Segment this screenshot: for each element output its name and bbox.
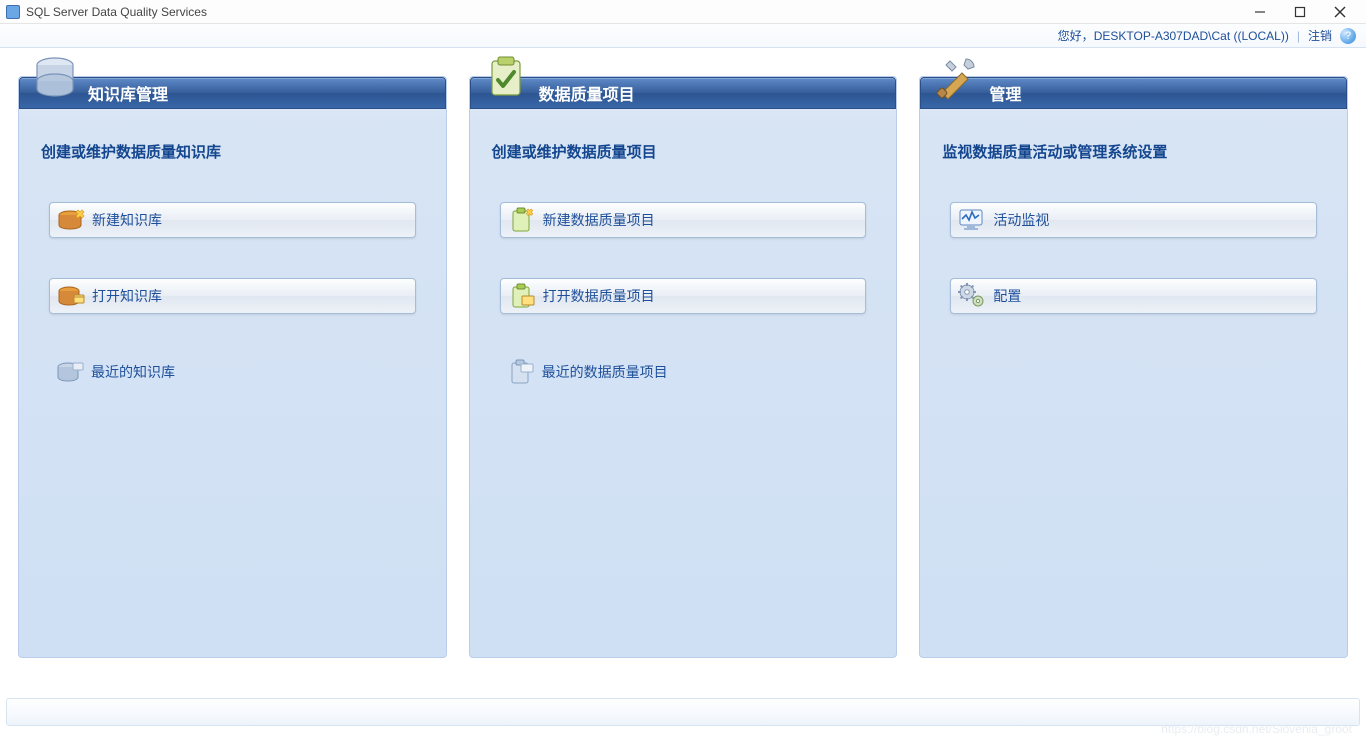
titlebar: SQL Server Data Quality Services bbox=[0, 0, 1366, 24]
card-title: 数据质量项目 bbox=[470, 77, 897, 109]
greeting-prefix: 您好， bbox=[1058, 27, 1094, 44]
new-kb-button[interactable]: 新建知识库 bbox=[49, 202, 416, 238]
configuration-button[interactable]: 配置 bbox=[950, 278, 1317, 314]
open-kb-label: 打开知识库 bbox=[92, 286, 162, 306]
card-admin: 管理 监视数据质量活动或管理系统设置 活动监视 bbox=[919, 76, 1348, 658]
user-label: DESKTOP-A307DAD\Cat ((LOCAL)) bbox=[1094, 29, 1289, 43]
monitor-activity-icon bbox=[951, 207, 993, 233]
card-title: 管理 bbox=[920, 77, 1347, 109]
clipboard-check-icon bbox=[482, 53, 530, 101]
card-description: 创建或维护数据质量知识库 bbox=[19, 123, 446, 202]
activity-monitor-label: 活动监视 bbox=[993, 210, 1049, 230]
configuration-label: 配置 bbox=[993, 286, 1021, 306]
open-dq-label: 打开数据质量项目 bbox=[543, 286, 655, 306]
card-description: 监视数据质量活动或管理系统设置 bbox=[920, 123, 1347, 202]
activity-monitor-button[interactable]: 活动监视 bbox=[950, 202, 1317, 238]
help-icon[interactable]: ? bbox=[1340, 28, 1356, 44]
new-dq-project-button[interactable]: 新建数据质量项目 bbox=[500, 202, 867, 238]
close-button[interactable] bbox=[1320, 2, 1360, 22]
card-description: 创建或维护数据质量项目 bbox=[470, 123, 897, 202]
database-stack-icon bbox=[31, 53, 79, 101]
watermark: https://blog.csdn.net/Slovenia_groot bbox=[1161, 722, 1352, 736]
new-dq-label: 新建数据质量项目 bbox=[543, 210, 655, 230]
separator: | bbox=[1297, 29, 1300, 43]
open-dq-project-button[interactable]: 打开数据质量项目 bbox=[500, 278, 867, 314]
recent-dq-item: 最近的数据质量项目 bbox=[500, 354, 867, 390]
main-area: 知识库管理 创建或维护数据质量知识库 新建知识库 bbox=[0, 48, 1366, 658]
card-knowledge-base: 知识库管理 创建或维护数据质量知识库 新建知识库 bbox=[18, 76, 447, 658]
clipboard-open-icon bbox=[501, 282, 543, 310]
new-kb-label: 新建知识库 bbox=[92, 210, 162, 230]
database-recent-icon bbox=[49, 359, 91, 385]
maximize-button[interactable] bbox=[1280, 2, 1320, 22]
clipboard-new-icon bbox=[501, 206, 543, 234]
app-icon bbox=[6, 5, 20, 19]
clipboard-recent-icon bbox=[500, 358, 542, 386]
gears-icon bbox=[951, 282, 993, 310]
recent-kb-item: 最近的知识库 bbox=[49, 354, 416, 390]
open-kb-button[interactable]: 打开知识库 bbox=[49, 278, 416, 314]
recent-dq-label: 最近的数据质量项目 bbox=[542, 362, 668, 382]
card-title: 知识库管理 bbox=[19, 77, 446, 109]
minimize-button[interactable] bbox=[1240, 2, 1280, 22]
database-open-icon bbox=[50, 283, 92, 309]
tools-icon bbox=[932, 53, 980, 101]
logout-link[interactable]: 注销 bbox=[1308, 27, 1332, 44]
database-new-icon bbox=[50, 207, 92, 233]
recent-kb-label: 最近的知识库 bbox=[91, 362, 175, 382]
status-bar bbox=[6, 698, 1360, 726]
window-title: SQL Server Data Quality Services bbox=[26, 5, 207, 19]
subheader: 您好， DESKTOP-A307DAD\Cat ((LOCAL)) | 注销 ? bbox=[0, 24, 1366, 48]
card-data-quality-project: 数据质量项目 创建或维护数据质量项目 新建数据质量项目 bbox=[469, 76, 898, 658]
